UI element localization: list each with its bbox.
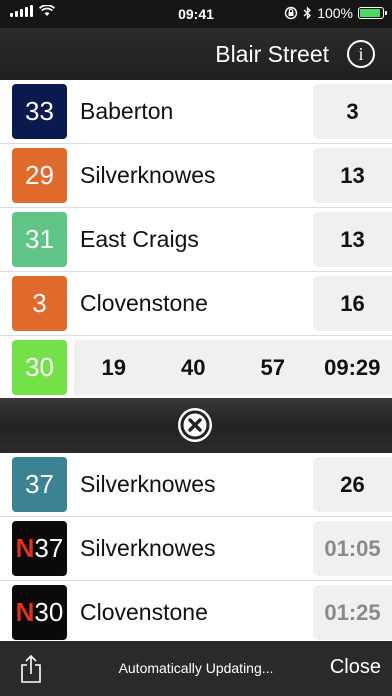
due-time: 01:05 (313, 521, 392, 576)
due-time: 13 (313, 148, 392, 203)
route-badge: 37 (12, 457, 67, 512)
info-icon[interactable]: i (347, 40, 375, 68)
bottom-toolbar: Automatically Updating... Close (0, 641, 392, 696)
list-item[interactable]: 33 Baberton 3 (0, 80, 392, 144)
nav-bar: Blair Street i (0, 28, 392, 80)
time-4: 09:29 (324, 354, 381, 380)
night-route-badge: N 30 (12, 585, 67, 640)
departure-list-upper: 33 Baberton 3 29 Silverknowes 13 31 East… (0, 80, 392, 399)
dismiss-button[interactable] (178, 408, 212, 442)
list-item-route-30-times[interactable]: 30 19 40 57 09:29 (0, 336, 392, 399)
list-item[interactable]: N 30 Clovenstone 01:25 (0, 581, 392, 644)
status-right: 100% (284, 5, 387, 21)
list-item[interactable]: 31 East Craigs 13 (0, 208, 392, 272)
list-item[interactable]: 29 Silverknowes 13 (0, 144, 392, 208)
departure-list-lower: 37 Silverknowes 26 N 37 Silverknowes 01:0… (0, 453, 392, 644)
route-badge: 30 (12, 340, 67, 395)
departure-times: 19 40 57 09:29 (74, 340, 392, 395)
route-badge: 29 (12, 148, 67, 203)
destination-label: Silverknowes (80, 162, 216, 188)
list-item[interactable]: 3 Clovenstone 16 (0, 272, 392, 336)
due-time: 26 (313, 457, 392, 512)
destination-label: Silverknowes (80, 535, 216, 561)
close-icon (180, 410, 210, 440)
route-badge: 33 (12, 84, 67, 139)
battery-percent: 100% (317, 5, 353, 21)
due-time: 13 (313, 212, 392, 267)
time-1: 19 (101, 354, 126, 380)
route-badge: 31 (12, 212, 67, 267)
due-time: 01:25 (313, 585, 392, 640)
route-badge: 3 (12, 276, 67, 331)
destination-label: Baberton (80, 98, 174, 124)
time-2: 40 (181, 354, 206, 380)
close-button[interactable]: Close (330, 656, 381, 679)
destination-label: Clovenstone (80, 290, 208, 316)
list-item[interactable]: 37 Silverknowes 26 (0, 453, 392, 517)
night-route-badge: N 37 (12, 521, 67, 576)
due-time: 3 (313, 84, 392, 139)
list-item[interactable]: N 37 Silverknowes 01:05 (0, 517, 392, 581)
bluetooth-icon (303, 6, 312, 20)
stop-title: Blair Street (215, 41, 329, 67)
battery-icon (358, 7, 387, 19)
rotation-lock-icon (284, 6, 298, 20)
due-time: 16 (313, 276, 392, 331)
destination-label: Silverknowes (80, 471, 216, 497)
destination-label: Clovenstone (80, 599, 208, 625)
status-bar: 09:41 100% (0, 0, 392, 28)
destination-label: East Craigs (80, 226, 199, 252)
section-divider (0, 398, 392, 453)
time-3: 57 (260, 354, 285, 380)
